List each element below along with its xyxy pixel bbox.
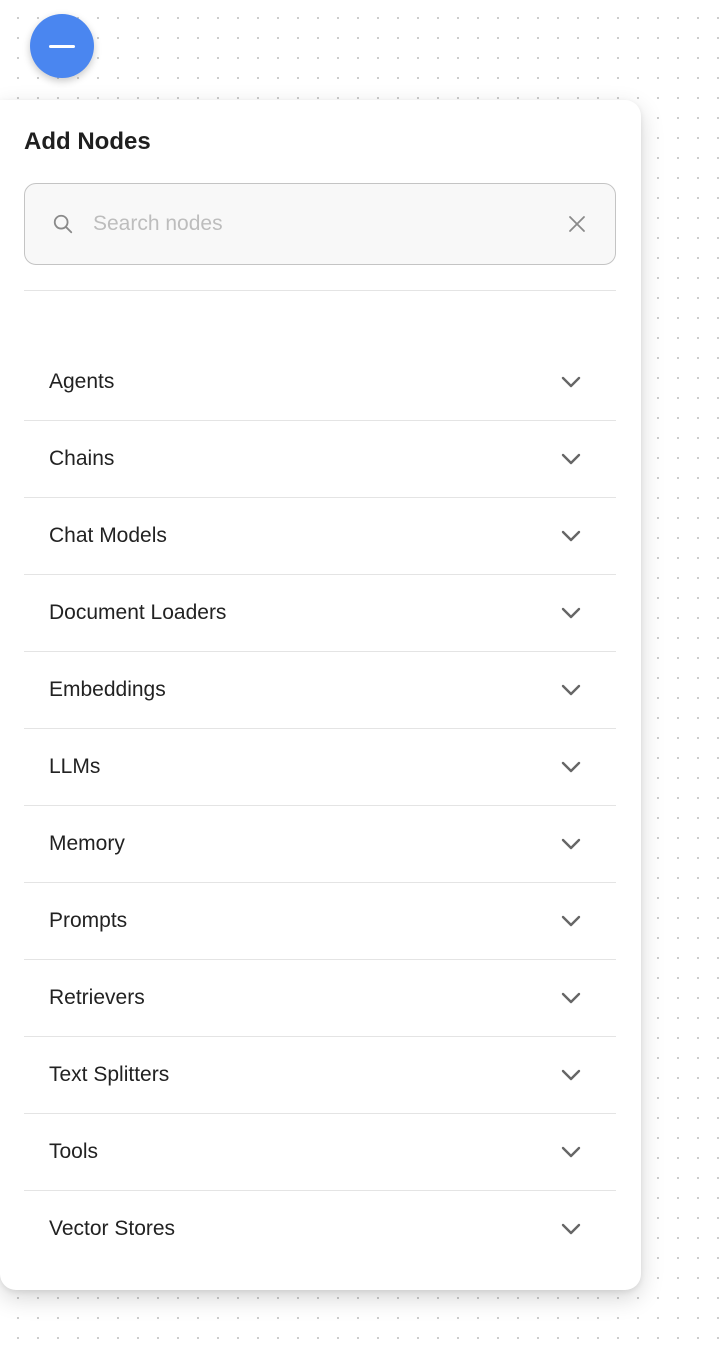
chevron-down-icon [559, 524, 583, 548]
category-memory[interactable]: Memory [24, 805, 616, 882]
chevron-down-icon [559, 601, 583, 625]
category-label: Chains [49, 447, 115, 470]
chevron-down-icon [559, 755, 583, 779]
chevron-down-icon [559, 1140, 583, 1164]
chevron-down-icon [559, 986, 583, 1010]
category-label: Embeddings [49, 678, 166, 701]
chevron-down-icon [559, 678, 583, 702]
add-nodes-panel: Add Nodes Agents Chains [0, 100, 641, 1290]
divider [24, 290, 616, 291]
category-text-splitters[interactable]: Text Splitters [24, 1036, 616, 1113]
category-label: Text Splitters [49, 1063, 170, 1086]
category-label: Retrievers [49, 986, 145, 1009]
category-label: Agents [49, 369, 115, 393]
category-label: LLMs [49, 755, 101, 778]
category-prompts[interactable]: Prompts [24, 882, 616, 959]
category-label: Tools [49, 1140, 99, 1163]
category-retrievers[interactable]: Retrievers [24, 959, 616, 1036]
chevron-down-icon [559, 370, 583, 394]
category-label: Prompts [49, 909, 128, 932]
search-box [24, 183, 616, 265]
chevron-down-icon [559, 832, 583, 856]
search-input[interactable] [93, 204, 565, 244]
collapse-add-nodes-button[interactable] [30, 14, 94, 78]
category-label: Vector Stores [49, 1217, 176, 1240]
search-icon [51, 212, 75, 236]
category-chains[interactable]: Chains [24, 420, 616, 497]
panel-title: Add Nodes [24, 128, 151, 155]
category-label: Chat Models [49, 524, 167, 547]
category-label: Document Loaders [49, 601, 227, 624]
category-vector-stores[interactable]: Vector Stores [24, 1190, 616, 1267]
category-tools[interactable]: Tools [24, 1113, 616, 1190]
category-llms[interactable]: LLMs [24, 728, 616, 805]
category-agents[interactable]: Agents [24, 343, 616, 420]
chevron-down-icon [559, 909, 583, 933]
category-label: Memory [49, 832, 125, 855]
category-document-loaders[interactable]: Document Loaders [24, 574, 616, 651]
category-chat-models[interactable]: Chat Models [24, 497, 616, 574]
chevron-down-icon [559, 447, 583, 471]
minus-icon [49, 44, 75, 48]
chevron-down-icon [559, 1217, 583, 1241]
category-list: Agents Chains Chat Models Document Loade… [24, 343, 616, 1267]
close-icon[interactable] [565, 212, 589, 236]
category-embeddings[interactable]: Embeddings [24, 651, 616, 728]
chevron-down-icon [559, 1063, 583, 1087]
